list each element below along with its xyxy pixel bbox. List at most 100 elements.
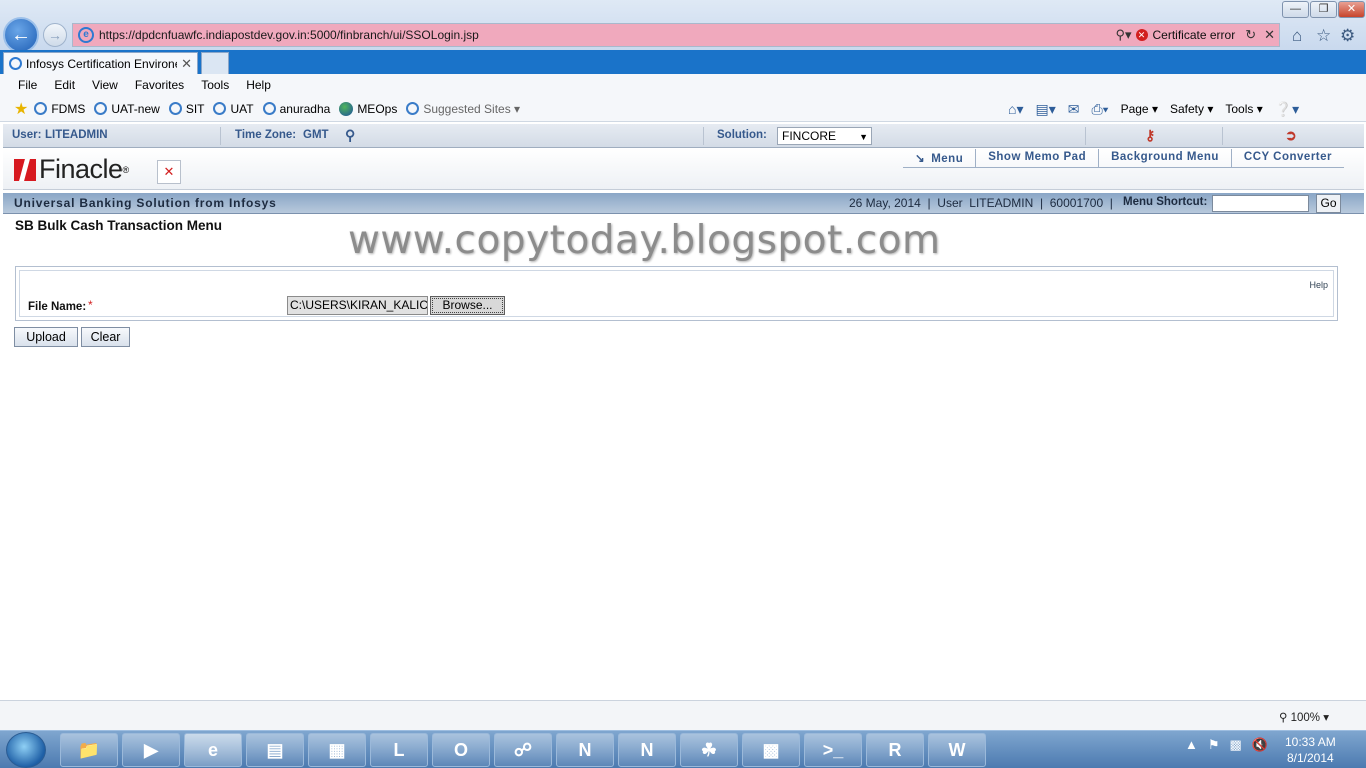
url-text[interactable]: https://dpdcnfuawfc.indiapostdev.gov.in:… [99,28,1111,42]
network-icon[interactable]: ☍ [494,733,552,767]
ie-tab-icon [9,57,22,70]
globe-icon [339,101,354,116]
show-hidden-icons-icon[interactable]: ▲ [1185,737,1198,753]
mail-icon[interactable]: ✉ [1068,101,1080,118]
onenote-icon[interactable]: N [556,733,614,767]
stop-icon[interactable]: ✕ [1264,27,1275,43]
ie-page-icon [262,102,276,115]
banner-info: 26 May, 2014 | User LITEADMIN | 60001700… [849,196,1113,210]
minimize-button[interactable]: — [1282,1,1309,18]
browser-titlebar: ← → e https://dpdcnfuawfc.indiapostdev.g… [0,0,1366,53]
remote-desktop-icon[interactable]: ▩ [742,733,800,767]
upload-form-panel: Help File Name: * C:\USERS\KIRAN_KALIC B… [15,266,1338,321]
logout-icon[interactable]: ➲ [1285,127,1297,144]
outlook-icon[interactable]: O [432,733,490,767]
browse-button[interactable]: Browse... [430,296,505,315]
browser-menubar: File Edit View Favorites Tools Help [0,74,1366,96]
lync-icon[interactable]: L [370,733,428,767]
network-tray-icon[interactable]: ▩ [1230,737,1242,753]
menu-file[interactable]: File [18,78,37,92]
background-menu-link[interactable]: Background Menu [1098,149,1231,168]
ie-logo-icon: e [78,27,94,43]
menu-link[interactable]: ↘ Menu [903,149,976,168]
certificate-error-text[interactable]: Certificate error [1153,28,1236,42]
file-path-input[interactable]: C:\USERS\KIRAN_KALIC [287,296,428,315]
zoom-level[interactable]: ⚲ 100% ▾ [1279,710,1329,724]
command-prompt-icon[interactable]: >_ [804,733,862,767]
clear-button[interactable]: Clear [81,327,130,347]
clock-date: 8/1/2014 [1286,751,1334,765]
search-icon[interactable]: ⚲▾ [1115,27,1131,43]
close-tab-icon[interactable]: ✕ [181,56,192,72]
frog-app-icon[interactable]: ☘ [680,733,738,767]
close-window-button[interactable]: ✕ [1338,1,1365,18]
required-mark: * [88,298,93,312]
tab-active[interactable]: Infosys Certification Environe... ✕ [3,52,198,74]
explorer-icon[interactable]: 📁 [60,733,118,767]
menu-shortcut-input[interactable] [1212,195,1309,212]
forward-arrow-icon[interactable]: → [43,23,67,47]
close-icon[interactable]: ✕ [157,160,181,184]
address-bar[interactable]: e https://dpdcnfuawfc.indiapostdev.gov.i… [72,23,1280,47]
show-memo-pad-link[interactable]: Show Memo Pad [975,149,1099,168]
favorite-anuradha[interactable]: anuradha [262,102,330,116]
search-icon[interactable]: ⚲ [345,127,355,144]
certificate-error-icon[interactable]: ✕ [1135,29,1148,41]
favorite-fdms[interactable]: FDMS [34,102,85,116]
help-icon[interactable]: ❔▾ [1275,101,1299,118]
home-icon[interactable]: ⌂ [1292,26,1302,46]
clock-time: 10:33 AM [1285,735,1336,749]
favorite-uat-new[interactable]: UAT-new [94,102,160,116]
home-icon[interactable]: ⌂▾ [1008,101,1023,118]
menu-shortcut-label: Menu Shortcut: [1123,196,1208,208]
favorites-star-icon[interactable]: ★ [14,99,28,119]
page-title: SB Bulk Cash Transaction Menu [15,218,223,233]
ie-page-icon [213,102,227,115]
system-tray: ▲ ⚑ ▩ 🔇 [1185,737,1278,753]
media-player-icon[interactable]: ▶ [122,733,180,767]
upload-button[interactable]: Upload [14,327,78,347]
action-center-flag-icon[interactable]: ⚑ [1208,737,1220,753]
word-icon[interactable]: W [928,733,986,767]
menu-view[interactable]: View [92,78,118,92]
tab-title: Infosys Certification Environe... [26,56,178,71]
safety-menu[interactable]: Safety ▾ [1170,102,1213,116]
tab-row: Infosys Certification Environe... ✕ [0,50,1366,74]
favorite-uat[interactable]: UAT [213,102,254,116]
menu-tools[interactable]: Tools [201,78,229,92]
form-panel-inner: Help File Name: * C:\USERS\KIRAN_KALIC B… [19,270,1334,317]
clock[interactable]: 10:33 AM 8/1/2014 [1285,734,1336,766]
refresh-icon[interactable]: ↻ [1245,27,1256,43]
favorites-star-icon[interactable]: ☆ [1316,26,1331,46]
menu-help[interactable]: Help [246,78,271,92]
system-monitor-icon[interactable]: ▤ [246,733,304,767]
favorite-meops[interactable]: MEOps [339,101,397,116]
gear-icon[interactable]: ⚙ [1340,26,1355,46]
go-button[interactable]: Go [1316,194,1341,213]
app-header-menu: ↘ Menu Show Memo Pad Background Menu CCY … [903,149,1344,168]
user-value: LITEADMIN [45,129,108,141]
new-tab-button[interactable] [201,52,229,74]
solution-select[interactable]: FINCORE ▼ [777,127,872,145]
back-arrow-icon[interactable]: ← [3,17,39,53]
favorite-sit[interactable]: SIT [168,102,204,116]
restore-button[interactable]: ❐ [1310,1,1337,18]
user-info-bar: User: LITEADMIN Time Zone: GMT ⚲ Solutio… [3,124,1364,148]
tools-menu[interactable]: Tools ▾ [1225,102,1262,116]
menu-edit[interactable]: Edit [54,78,75,92]
key-icon[interactable]: ⚷ [1145,127,1155,144]
print-icon[interactable]: ⎙▾ [1091,101,1108,118]
ccy-converter-link[interactable]: CCY Converter [1230,149,1344,168]
favorite-suggested-sites[interactable]: Suggested Sites ▾ [406,102,520,116]
ie-page-icon [94,102,108,115]
start-button[interactable] [6,732,46,768]
volume-muted-icon[interactable]: 🔇 [1252,737,1268,753]
sticky-notes-icon[interactable]: ▦ [308,733,366,767]
paint-app-icon[interactable]: R [866,733,924,767]
internet-explorer-icon[interactable]: e [184,733,242,767]
page-menu[interactable]: Page ▾ [1121,102,1158,116]
rss-feed-icon[interactable]: ▤▾ [1035,101,1055,118]
help-icon[interactable]: Help [1309,280,1328,290]
menu-favorites[interactable]: Favorites [135,78,184,92]
onenote-clipper-icon[interactable]: N [618,733,676,767]
